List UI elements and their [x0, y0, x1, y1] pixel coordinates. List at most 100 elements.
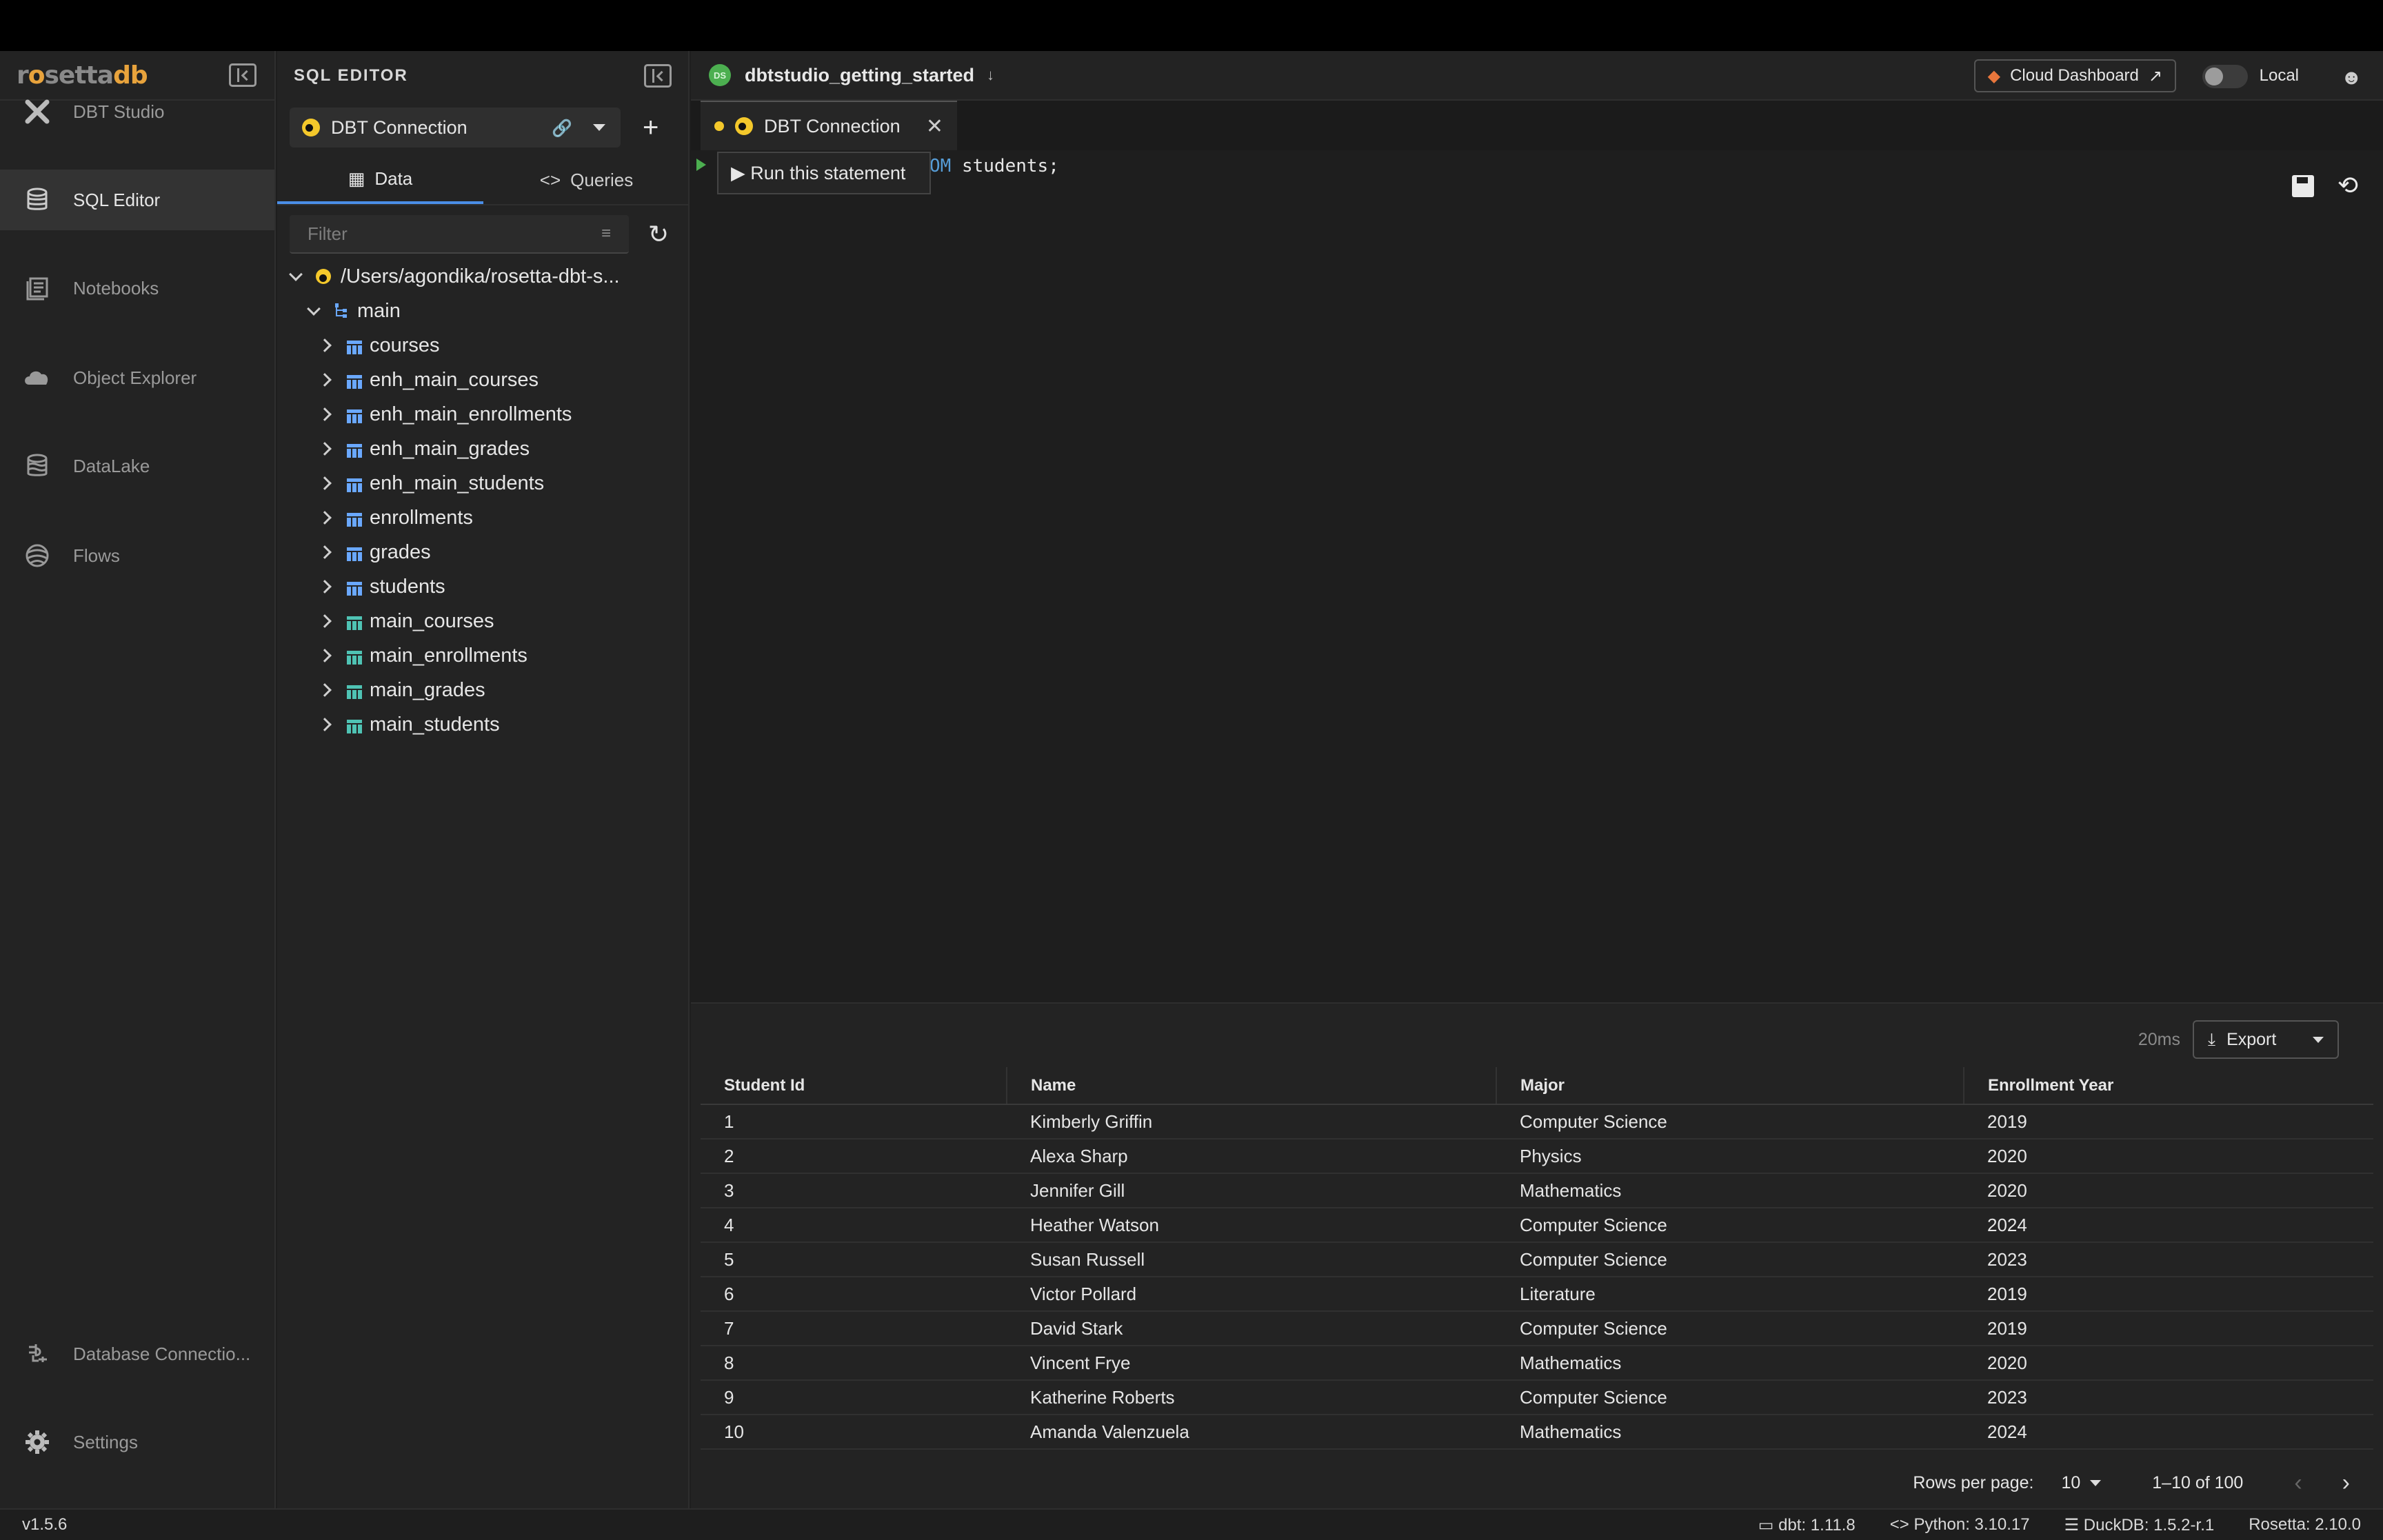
table-row[interactable]: 8 Vincent Frye Mathematics 2020	[701, 1346, 2373, 1381]
nav-item-dbt-studio[interactable]: DBT Studio	[0, 81, 274, 142]
tree-table-item[interactable]: main_grades	[318, 673, 485, 707]
nav-item-label: SQL Editor	[73, 189, 161, 210]
nav-item-sql-editor[interactable]: SQL Editor	[0, 170, 274, 230]
nav-item-object-explorer[interactable]: Object Explorer	[0, 347, 274, 408]
save-icon[interactable]	[2292, 175, 2314, 197]
table-row[interactable]: 3 Jennifer Gill Mathematics 2020	[701, 1173, 2373, 1208]
table-cell: 2020	[1964, 1346, 2373, 1381]
table-cell: 8	[701, 1346, 1007, 1381]
tree-table-item[interactable]: students	[318, 569, 445, 604]
close-icon[interactable]: ✕	[926, 114, 943, 139]
column-header[interactable]: Major	[1496, 1067, 1964, 1105]
nav-item-label: Settings	[73, 1431, 138, 1452]
table-row[interactable]: 4 Heather Watson Computer Science 2024	[701, 1208, 2373, 1243]
connection-select[interactable]: DBT Connection 🔗	[290, 108, 621, 148]
nav-item-label: DataLake	[73, 455, 150, 476]
tree-table-item[interactable]: main_students	[318, 707, 500, 742]
export-button[interactable]: ⤓ Export	[2193, 1020, 2339, 1059]
tree-table-label: enh_main_enrollments	[370, 403, 572, 425]
table-cell: Vincent Frye	[1007, 1346, 1496, 1381]
notebook-icon	[21, 272, 54, 305]
table-row[interactable]: 6 Victor Pollard Literature 2019	[701, 1277, 2373, 1312]
arrow-down-icon[interactable]: ↓	[987, 66, 994, 84]
chevron-right-icon[interactable]	[318, 718, 332, 731]
local-toggle[interactable]	[2202, 65, 2248, 88]
column-header[interactable]: Student Id	[701, 1067, 1007, 1105]
tree-table-item[interactable]: enh_main_courses	[318, 363, 539, 397]
nav-item-flows[interactable]: Flows	[0, 525, 274, 586]
tab-queries[interactable]: <> Queries	[483, 156, 690, 204]
nav-item-notebooks[interactable]: Notebooks	[0, 258, 274, 318]
prev-page-icon[interactable]: ‹	[2294, 1470, 2302, 1497]
tree-table-item[interactable]: enh_main_students	[318, 466, 544, 500]
table-row[interactable]: 9 Katherine Roberts Computer Science 2023	[701, 1380, 2373, 1415]
run-gutter-icon[interactable]	[696, 159, 706, 171]
robot-icon[interactable]: ☻	[2340, 66, 2362, 90]
tree-table-item[interactable]: courses	[318, 328, 440, 363]
chevron-down-icon	[2090, 1480, 2102, 1486]
code-line[interactable]: OM students;	[929, 156, 1059, 176]
link-icon[interactable]: 🔗	[552, 119, 572, 139]
rows-per-page-select[interactable]: 10	[2061, 1473, 2102, 1493]
column-header[interactable]: Name	[1007, 1067, 1497, 1105]
tree-table-item[interactable]: enh_main_enrollments	[318, 397, 572, 432]
run-statement-tooltip[interactable]: ▶ Run this statement	[717, 152, 931, 194]
connection-row: DBT Connection 🔗 +	[290, 108, 676, 148]
table-cell: 3	[701, 1173, 1007, 1208]
chevron-right-icon[interactable]	[318, 442, 332, 456]
tree-table-item[interactable]: main_courses	[318, 604, 494, 638]
tree-table-label: courses	[370, 334, 440, 356]
tree-root[interactable]: /Users/agondika/rosetta-dbt-s...	[289, 259, 620, 294]
chevron-right-icon[interactable]	[318, 407, 332, 421]
nav-item-datalake[interactable]: DataLake	[0, 436, 274, 496]
chevron-down-icon[interactable]	[289, 267, 303, 281]
history-icon[interactable]: ⟲	[2337, 171, 2358, 200]
tree-table-item[interactable]: main_enrollments	[318, 638, 527, 673]
chevron-right-icon[interactable]	[318, 683, 332, 697]
chevron-down-icon[interactable]	[593, 124, 605, 131]
code-editor[interactable]: OM students; ▶ Run this statement ⟲	[691, 150, 2383, 1002]
chevron-right-icon[interactable]	[318, 580, 332, 594]
table-cell: Heather Watson	[1007, 1208, 1496, 1243]
cloud-dashboard-button[interactable]: ◆ Cloud Dashboard ↗	[1973, 59, 2176, 92]
column-header[interactable]: Enrollment Year	[1964, 1067, 2373, 1105]
chevron-right-icon[interactable]	[318, 614, 332, 628]
tree-table-item[interactable]: enh_main_grades	[318, 432, 530, 466]
duckdb-icon	[302, 119, 320, 136]
tree-table-item[interactable]: enrollments	[318, 500, 473, 535]
table-cell: Mathematics	[1496, 1415, 1964, 1450]
nav-item-gear[interactable]: Settings	[0, 1412, 274, 1472]
table-row[interactable]: 1 Kimberly Griffin Computer Science 2019	[701, 1104, 2373, 1139]
chevron-right-icon[interactable]	[318, 649, 332, 662]
add-connection-button[interactable]: +	[643, 114, 658, 141]
next-page-icon[interactable]: ›	[2342, 1470, 2350, 1497]
tree-schema-main[interactable]: main	[307, 294, 401, 328]
editor-tab[interactable]: DBT Connection ✕	[701, 101, 957, 150]
tab-data[interactable]: ▦ Data	[277, 156, 483, 204]
chevron-right-icon[interactable]	[318, 511, 332, 525]
filter-icon[interactable]: ≡	[601, 224, 611, 243]
table-cell: 2	[701, 1139, 1007, 1174]
table-icon	[346, 510, 363, 527]
editor-tabs: DBT Connection ✕	[691, 101, 2383, 150]
table-row[interactable]: 7 David Stark Computer Science 2019	[701, 1311, 2373, 1346]
table-cell: 2019	[1964, 1311, 2373, 1346]
table-row[interactable]: 5 Susan Russell Computer Science 2023	[701, 1242, 2373, 1277]
duckdb-icon	[735, 117, 753, 135]
chevron-right-icon[interactable]	[318, 476, 332, 490]
chevron-down-icon[interactable]	[307, 302, 321, 316]
filter-input[interactable]: Filter ≡	[290, 215, 629, 254]
chevron-right-icon[interactable]	[318, 338, 332, 352]
project-name[interactable]: dbtstudio_getting_started	[745, 65, 974, 86]
refresh-icon[interactable]: ↻	[648, 220, 669, 249]
chevron-right-icon[interactable]	[318, 373, 332, 387]
collapse-panel-icon[interactable]	[644, 64, 672, 88]
table-cell: 2019	[1964, 1277, 2373, 1312]
nav-item-plug[interactable]: Database Connectio...	[0, 1324, 274, 1384]
table-row[interactable]: 10 Amanda Valenzuela Mathematics 2024	[701, 1415, 2373, 1450]
table-row[interactable]: 2 Alexa Sharp Physics 2020	[701, 1139, 2373, 1174]
pagination: Rows per page: 10 1–10 of 100 ‹ ›	[1913, 1470, 2350, 1497]
chevron-right-icon[interactable]	[318, 545, 332, 559]
table-icon: ▦	[348, 168, 365, 189]
tree-table-item[interactable]: grades	[318, 535, 431, 569]
